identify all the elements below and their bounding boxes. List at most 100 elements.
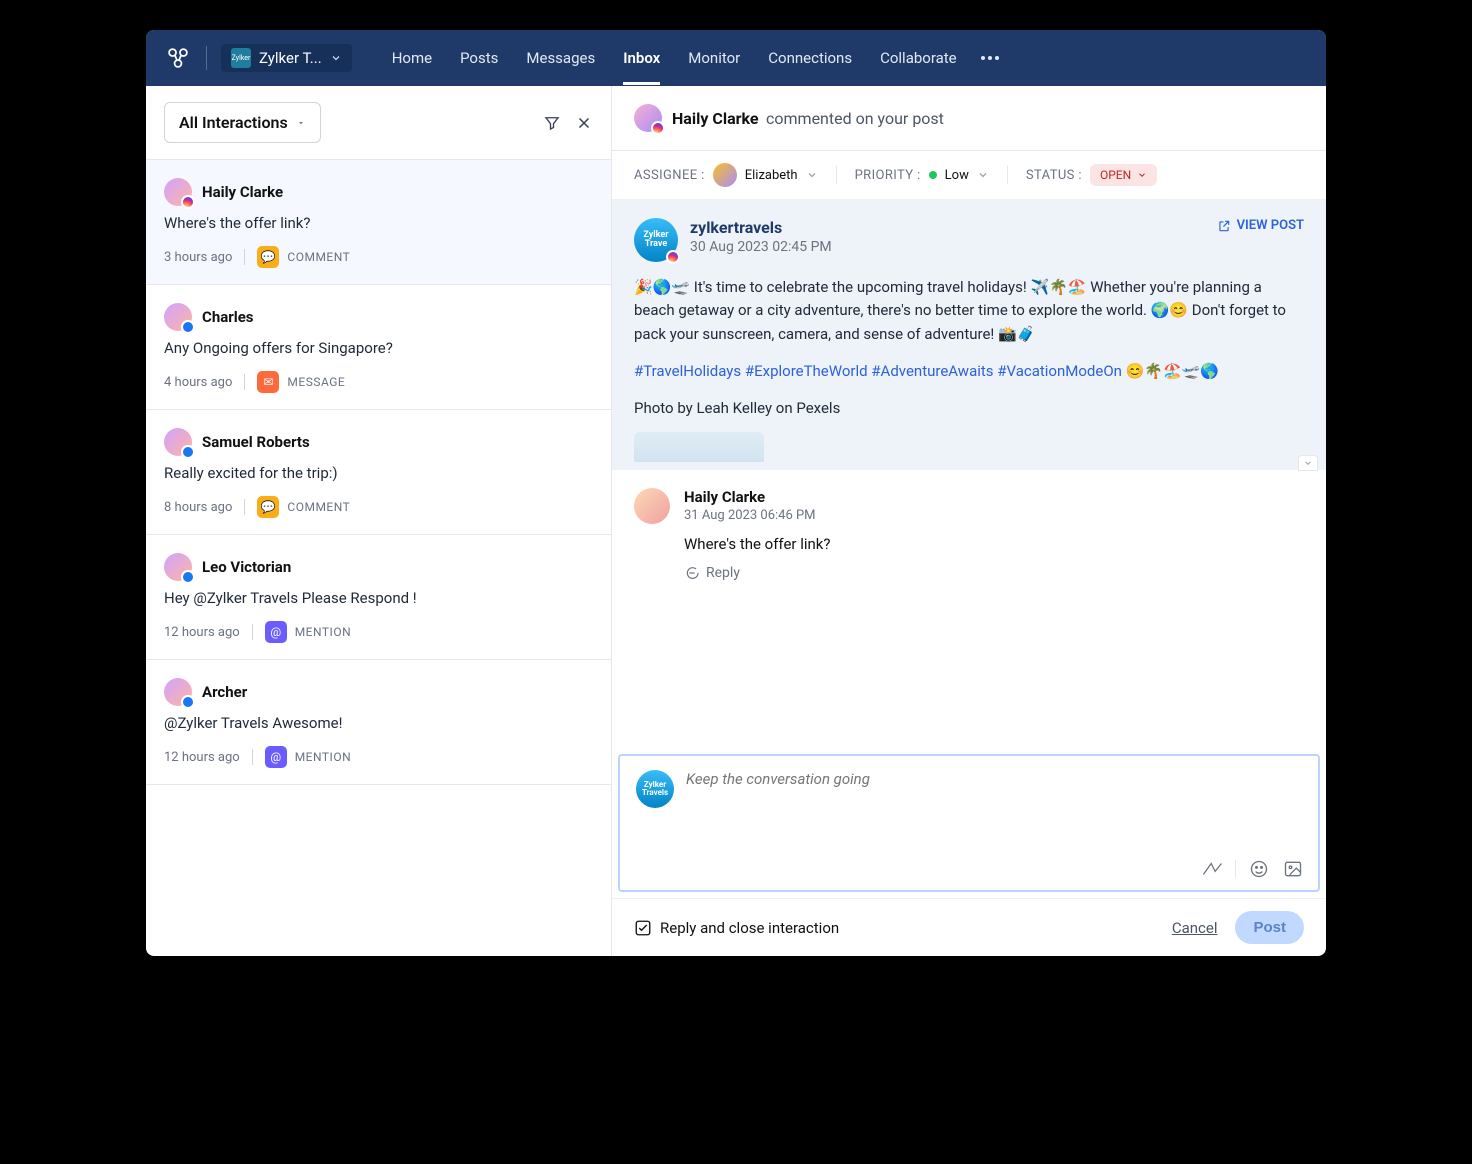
interaction-type: 💬 COMMENT xyxy=(257,246,350,268)
comment-item: Haily Clarke 31 Aug 2023 06:46 PM Where'… xyxy=(612,470,1326,599)
nav-home[interactable]: Home xyxy=(392,31,432,85)
meta-divider xyxy=(244,249,245,265)
interaction-name: Charles xyxy=(202,308,254,326)
interaction-message: Any Ongoing offers for Singapore? xyxy=(164,339,593,357)
instagram-badge-icon xyxy=(651,121,665,135)
nav-items: Home Posts Messages Inbox Monitor Connections… xyxy=(392,31,957,85)
post-handle[interactable]: zylkertravels xyxy=(690,218,832,237)
filter-icon[interactable] xyxy=(543,114,561,132)
detail-scroll[interactable]: VIEW POST ZylkerTrave zylkertravels 30 A… xyxy=(612,200,1326,754)
interaction-type: @MENTION xyxy=(265,621,351,643)
interactions-list: Haily Clarke Where's the offer link? 3 hou… xyxy=(146,160,611,785)
interaction-item[interactable]: Charles Any Ongoing offers for Singapore?… xyxy=(146,285,611,410)
brand-switcher[interactable]: Zylker Zylker T... xyxy=(221,44,352,72)
compose-avatar: ZylkerTravels xyxy=(636,770,674,808)
chevron-down-icon xyxy=(806,169,818,181)
interaction-item[interactable]: Leo VictorianHey @Zylker Travels Please … xyxy=(146,535,611,660)
facebook-badge-icon xyxy=(181,570,195,584)
post-card: VIEW POST ZylkerTrave zylkertravels 30 A… xyxy=(612,200,1326,470)
interaction-type-label: COMMENT xyxy=(287,250,350,264)
status-block[interactable]: STATUS : OPEN xyxy=(1026,164,1157,186)
interaction-time: 3 hours ago xyxy=(164,250,232,265)
interaction-type: @MENTION xyxy=(265,746,351,768)
close-icon[interactable] xyxy=(575,114,593,132)
interaction-message: Where's the offer link? xyxy=(164,214,593,232)
nav-posts[interactable]: Posts xyxy=(460,31,498,85)
interaction-item[interactable]: Haily Clarke Where's the offer link? 3 hou… xyxy=(146,160,611,285)
priority-value: Low xyxy=(945,168,969,183)
post-photo-preview[interactable] xyxy=(634,432,764,462)
view-post-label: VIEW POST xyxy=(1237,218,1304,233)
expand-toggle[interactable] xyxy=(1298,455,1318,471)
interactions-panel: All Interactions Haily Clarke Where's the… xyxy=(146,86,612,956)
nav-messages[interactable]: Messages xyxy=(526,31,595,85)
interaction-type-label: MESSAGE xyxy=(287,375,345,389)
meta-divider xyxy=(252,624,253,640)
facebook-badge-icon xyxy=(181,320,195,334)
compose-input[interactable] xyxy=(686,770,1302,844)
checkbox-checked-icon xyxy=(634,919,652,937)
external-link-icon xyxy=(1217,219,1231,233)
interaction-time: 8 hours ago xyxy=(164,500,232,515)
brand-thumb-icon: Zylker xyxy=(231,48,251,68)
view-post-link[interactable]: VIEW POST xyxy=(1217,218,1304,233)
nav-connections[interactable]: Connections xyxy=(768,31,852,85)
zia-ai-icon[interactable] xyxy=(1201,858,1223,880)
emoji-icon[interactable] xyxy=(1248,858,1270,880)
assignee-value: Elizabeth xyxy=(745,168,798,183)
status-label: STATUS : xyxy=(1026,168,1082,183)
nav-collaborate[interactable]: Collaborate xyxy=(880,31,957,85)
priority-block[interactable]: PRIORITY : Low xyxy=(855,168,989,183)
interaction-message: Hey @Zylker Travels Please Respond ! xyxy=(164,589,593,607)
detail-title-action: commented on your post xyxy=(766,109,944,128)
interaction-item[interactable]: Archer@Zylker Travels Awesome!12 hours a… xyxy=(146,660,611,785)
mention-icon: @ xyxy=(265,621,287,643)
detail-header: Haily Clarke commented on your post xyxy=(612,86,1326,151)
reply-close-checkbox[interactable]: Reply and close interaction xyxy=(634,919,839,937)
interaction-item[interactable]: Samuel RobertsReally excited for the tri… xyxy=(146,410,611,535)
assignee-avatar xyxy=(713,163,737,187)
interaction-time: 12 hours ago xyxy=(164,750,240,765)
meta-divider xyxy=(244,374,245,390)
facebook-badge-icon xyxy=(181,445,195,459)
filter-label: All Interactions xyxy=(179,113,288,132)
interaction-type-label: MENTION xyxy=(295,750,351,764)
image-icon[interactable] xyxy=(1282,858,1304,880)
chevron-down-icon xyxy=(330,52,342,64)
post-hashtags[interactable]: #TravelHolidays #ExploreTheWorld #Advent… xyxy=(634,362,1219,380)
meta-bar: ASSIGNEE : Elizabeth PRIORITY : Low STAT… xyxy=(612,151,1326,200)
comment-avatar xyxy=(634,488,670,524)
reply-icon xyxy=(684,565,700,581)
post-button[interactable]: Post xyxy=(1235,911,1304,944)
interaction-name: Haily Clarke xyxy=(202,183,283,201)
status-pill[interactable]: OPEN xyxy=(1090,164,1157,186)
interaction-type: 💬COMMENT xyxy=(257,496,350,518)
post-time: 30 Aug 2023 02:45 PM xyxy=(690,239,832,255)
meta-divider xyxy=(244,499,245,515)
reply-button[interactable]: Reply xyxy=(684,565,831,581)
comment-icon: 💬 xyxy=(257,246,279,268)
post-brand-avatar: ZylkerTrave xyxy=(634,218,678,262)
message-icon: ✉ xyxy=(257,371,279,393)
nav-inbox[interactable]: Inbox xyxy=(623,31,660,85)
interactions-filter-dropdown[interactable]: All Interactions xyxy=(164,102,321,143)
detail-avatar xyxy=(634,104,662,132)
compose-toolbar xyxy=(620,852,1318,890)
interaction-name: Archer xyxy=(202,683,247,701)
interaction-time: 12 hours ago xyxy=(164,625,240,640)
meta-divider xyxy=(1007,166,1008,184)
caret-down-icon xyxy=(296,118,306,128)
cancel-button[interactable]: Cancel xyxy=(1172,919,1218,937)
status-value: OPEN xyxy=(1100,168,1131,182)
app-logo-icon[interactable] xyxy=(164,44,192,72)
reply-close-label: Reply and close interaction xyxy=(660,919,839,937)
brand-name: Zylker T... xyxy=(259,49,322,67)
interaction-avatar xyxy=(164,428,192,456)
chevron-down-icon xyxy=(1137,170,1147,180)
assignee-label: ASSIGNEE : xyxy=(634,168,705,183)
assignee-block[interactable]: ASSIGNEE : Elizabeth xyxy=(634,163,818,187)
interaction-avatar xyxy=(164,678,192,706)
nav-more-icon[interactable] xyxy=(981,56,999,60)
nav-monitor[interactable]: Monitor xyxy=(688,31,740,85)
interaction-time: 4 hours ago xyxy=(164,375,232,390)
